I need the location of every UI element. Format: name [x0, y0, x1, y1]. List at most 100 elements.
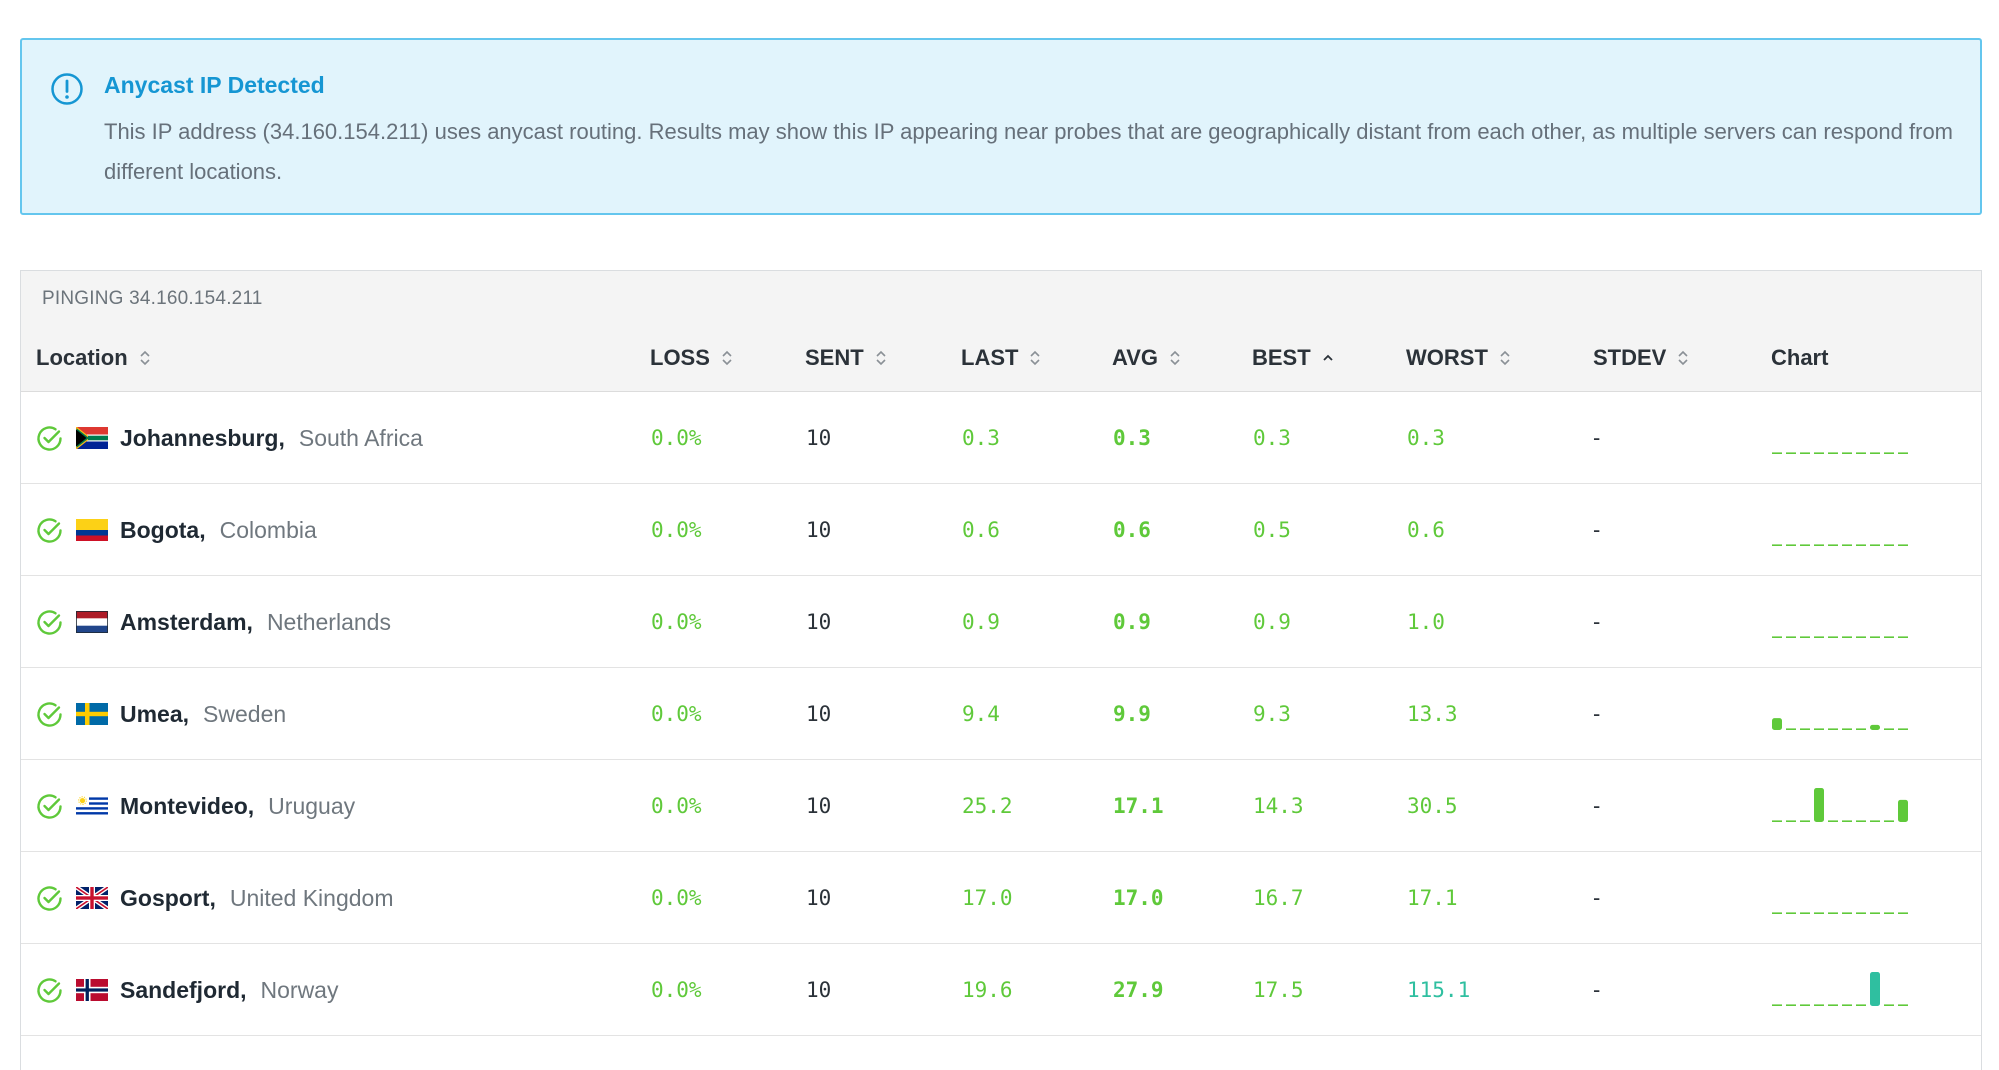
column-label-location: Location [36, 345, 128, 370]
sparkline-baseline-segment [1786, 452, 1796, 454]
avg-value: 0.3 [1113, 426, 1151, 450]
country-name: Uruguay [268, 792, 356, 819]
city-name: Bogota, [120, 516, 206, 543]
sent-value: 10 [806, 886, 832, 910]
sparkline-baseline-segment [1884, 912, 1894, 914]
sparkline-baseline-segment [1884, 452, 1894, 454]
chart-cell [1771, 852, 1911, 944]
table-header: PINGING 34.160.154.211 Location LOSS SEN… [21, 271, 1981, 392]
check-circle-icon [37, 977, 62, 1003]
best-value: 9.3 [1253, 702, 1291, 726]
location-cell: Umea, Sweden [35, 668, 286, 760]
table-row[interactable]: Gosport, United Kingdom 0.0% 10 17.0 17.… [21, 852, 1981, 944]
latency-sparkline [1772, 636, 1908, 638]
table-row[interactable]: Amsterdam, Netherlands 0.0% 10 0.9 0.9 0… [21, 576, 1981, 668]
chart-cell [1771, 944, 1911, 1036]
table-body: Johannesburg, South Africa 0.0% 10 0.3 0… [21, 392, 1981, 1036]
column-label-sent: SENT [805, 345, 864, 370]
column-label-avg: AVG [1112, 345, 1159, 370]
column-header-chart: Chart [1771, 345, 1828, 371]
chart-cell [1771, 576, 1911, 668]
chart-cell [1771, 392, 1911, 484]
stdev-value: - [1593, 977, 1601, 1002]
country-name: Colombia [219, 516, 317, 543]
table-row[interactable]: Umea, Sweden 0.0% 10 9.4 9.9 9.3 13.3 - [21, 668, 1981, 760]
column-label-worst: WORST [1406, 345, 1488, 370]
sparkline-baseline-segment [1772, 636, 1782, 638]
column-header-stdev[interactable]: STDEV [1593, 345, 1689, 371]
loss-value: 0.0% [651, 794, 702, 818]
table-row[interactable]: Johannesburg, South Africa 0.0% 10 0.3 0… [21, 392, 1981, 484]
sparkline-baseline-segment [1842, 912, 1852, 914]
stdev-value: - [1593, 701, 1601, 726]
sparkline-baseline-segment [1898, 544, 1908, 546]
table-row[interactable]: Bogota, Colombia 0.0% 10 0.6 0.6 0.5 0.6… [21, 484, 1981, 576]
sparkline-baseline-segment [1828, 1004, 1838, 1006]
avg-value: 17.0 [1113, 886, 1164, 910]
last-value: 19.6 [962, 978, 1013, 1002]
avg-value: 9.9 [1113, 702, 1151, 726]
table-caption: PINGING 34.160.154.211 [42, 288, 263, 309]
sparkline-baseline-segment [1842, 636, 1852, 638]
location-cell: Amsterdam, Netherlands [35, 576, 391, 668]
sparkline-baseline-segment [1884, 1004, 1894, 1006]
column-header-avg[interactable]: AVG [1112, 345, 1181, 371]
country-name: Netherlands [266, 608, 391, 635]
sort-icon [876, 350, 886, 366]
best-value: 14.3 [1253, 794, 1304, 818]
column-header-location[interactable]: Location [36, 345, 151, 371]
column-header-sent[interactable]: SENT [805, 345, 887, 371]
sparkline-baseline-segment [1870, 544, 1880, 546]
avg-value: 17.1 [1113, 794, 1164, 818]
sparkline-baseline-segment [1814, 544, 1824, 546]
sparkline-baseline-segment [1870, 636, 1880, 638]
location-cell: Montevideo, Uruguay [35, 760, 355, 852]
sparkline-baseline-segment [1898, 452, 1908, 454]
latency-sparkline [1772, 912, 1908, 914]
sent-value: 10 [806, 426, 832, 450]
city-name: Umea, [120, 700, 190, 727]
sent-value: 10 [806, 702, 832, 726]
avg-value: 0.9 [1113, 610, 1151, 634]
loss-value: 0.0% [651, 886, 702, 910]
sort-icon [1170, 350, 1180, 366]
check-circle-icon [37, 517, 62, 543]
sparkline-bar [1898, 799, 1908, 822]
sparkline-baseline-segment [1814, 636, 1824, 638]
sort-icon [140, 350, 150, 366]
sort-icon [1678, 350, 1688, 366]
loss-value: 0.0% [651, 426, 702, 450]
sparkline-baseline-segment [1884, 544, 1894, 546]
sparkline-bar [1772, 718, 1782, 730]
sent-value: 10 [806, 518, 832, 542]
city-name: Johannesburg, [120, 424, 285, 451]
worst-value: 13.3 [1407, 702, 1458, 726]
ping-results-table: PINGING 34.160.154.211 Location LOSS SEN… [20, 270, 1982, 1070]
sparkline-baseline-segment [1800, 912, 1810, 914]
column-header-loss[interactable]: LOSS [650, 345, 733, 371]
column-header-last[interactable]: LAST [961, 345, 1041, 371]
column-label-stdev: STDEV [1593, 345, 1667, 370]
sparkline-baseline-segment [1884, 728, 1894, 730]
sparkline-baseline-segment [1856, 820, 1866, 822]
column-header-worst[interactable]: WORST [1406, 345, 1511, 371]
sparkline-baseline-segment [1856, 912, 1866, 914]
table-row[interactable]: Sandefjord, Norway 0.0% 10 19.6 27.9 17.… [21, 944, 1981, 1036]
stdev-value: - [1593, 609, 1601, 634]
anycast-alert: Anycast IP Detected This IP address (34.… [20, 38, 1982, 215]
sparkline-baseline-segment [1786, 728, 1796, 730]
check-circle-icon [37, 425, 62, 451]
check-circle-icon [37, 609, 62, 635]
sparkline-baseline-segment [1898, 636, 1908, 638]
avg-value: 27.9 [1113, 978, 1164, 1002]
column-label-loss: LOSS [650, 345, 710, 370]
sparkline-baseline-segment [1870, 452, 1880, 454]
sparkline-baseline-segment [1828, 912, 1838, 914]
column-header-best[interactable]: BEST [1252, 345, 1334, 371]
sparkline-baseline-segment [1772, 544, 1782, 546]
sparkline-baseline-segment [1786, 636, 1796, 638]
chart-cell [1771, 760, 1911, 852]
latency-sparkline [1772, 718, 1908, 730]
sparkline-baseline-segment [1898, 728, 1908, 730]
table-row[interactable]: Montevideo, Uruguay 0.0% 10 25.2 17.1 14… [21, 760, 1981, 852]
